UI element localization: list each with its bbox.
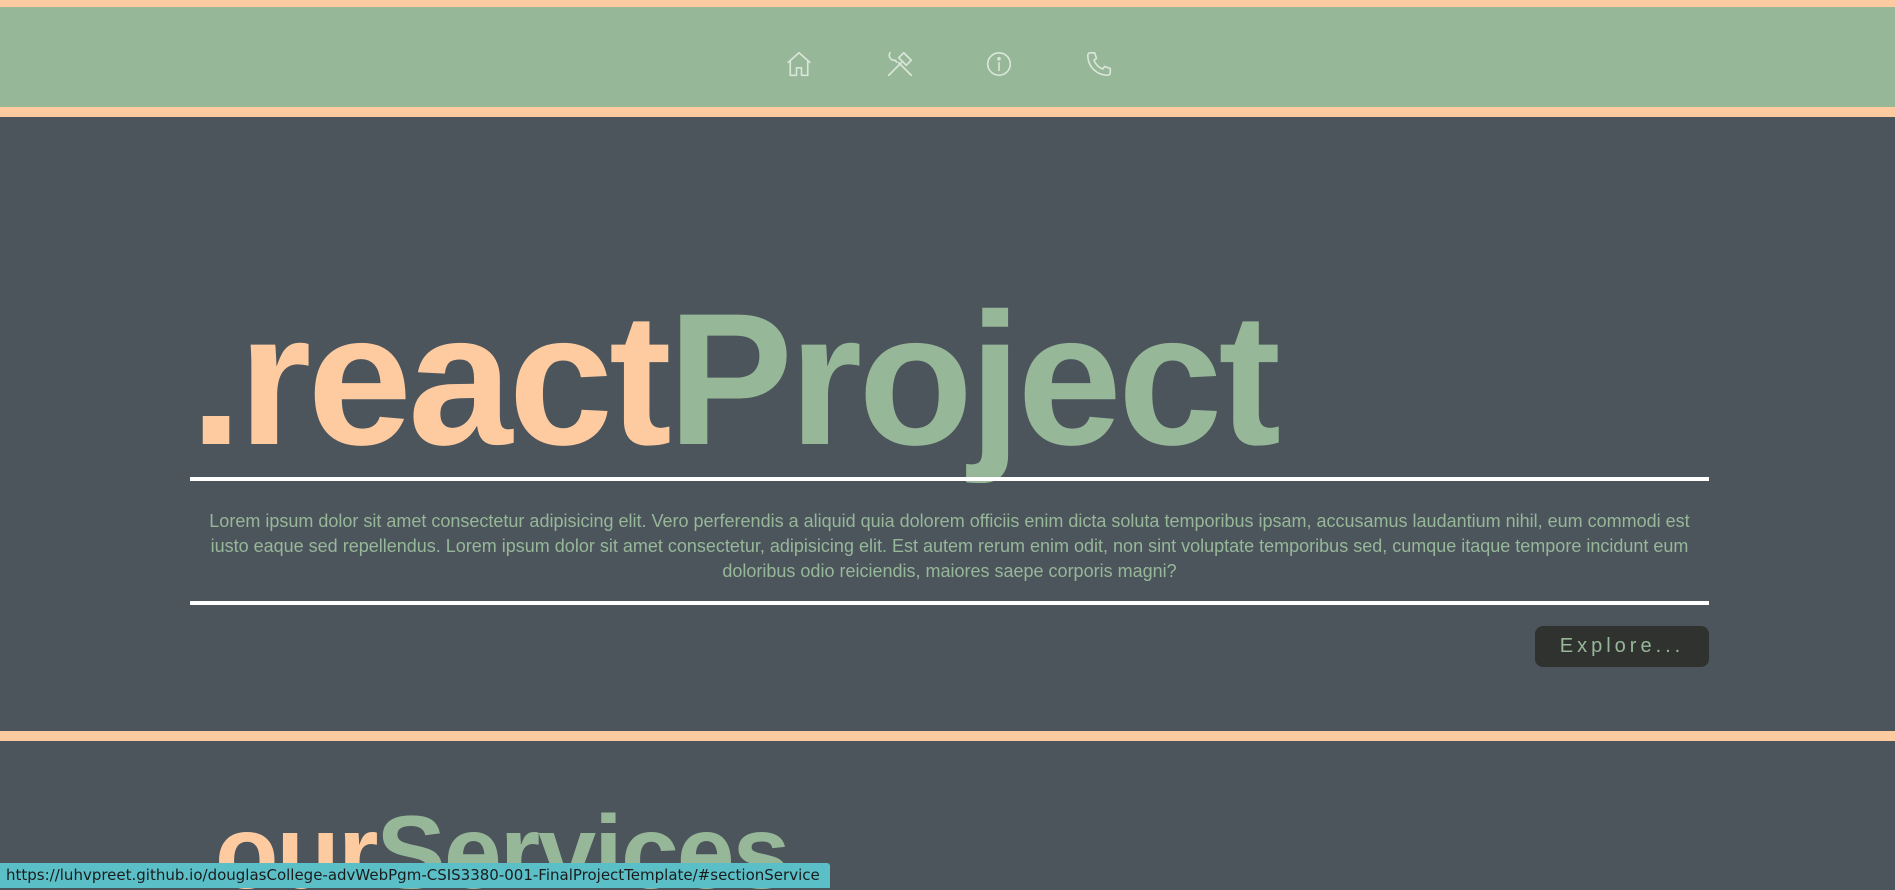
top-accent-stripe: [0, 0, 1895, 7]
hero-paragraph: Lorem ipsum dolor sit amet consectetur a…: [209, 511, 1690, 581]
browser-status-url: https://luhvpreet.github.io/douglasColle…: [0, 863, 830, 888]
phone-icon: [1086, 51, 1112, 77]
section-separator: [0, 731, 1895, 741]
hero-bottom-rule: [190, 601, 1709, 605]
hero-title-react: .react: [190, 274, 672, 484]
home-icon: [787, 51, 811, 77]
nav-about-link[interactable]: [982, 47, 1016, 81]
explore-button[interactable]: Explore...: [1535, 626, 1709, 667]
nav-contact-link[interactable]: [1082, 47, 1116, 81]
top-navbar: [0, 7, 1895, 107]
hero-top-rule: [190, 477, 1709, 481]
nav-bottom-stripe: [0, 107, 1895, 117]
nav-home-link[interactable]: [782, 47, 816, 81]
hero-title-project: Project: [667, 274, 1281, 484]
tools-icon: [887, 51, 913, 77]
hero-title: .reactProject: [190, 285, 1281, 473]
hero-section: .reactProject Lorem ipsum dolor sit amet…: [0, 117, 1895, 731]
info-icon: [986, 51, 1012, 77]
nav-services-link[interactable]: [883, 47, 917, 81]
